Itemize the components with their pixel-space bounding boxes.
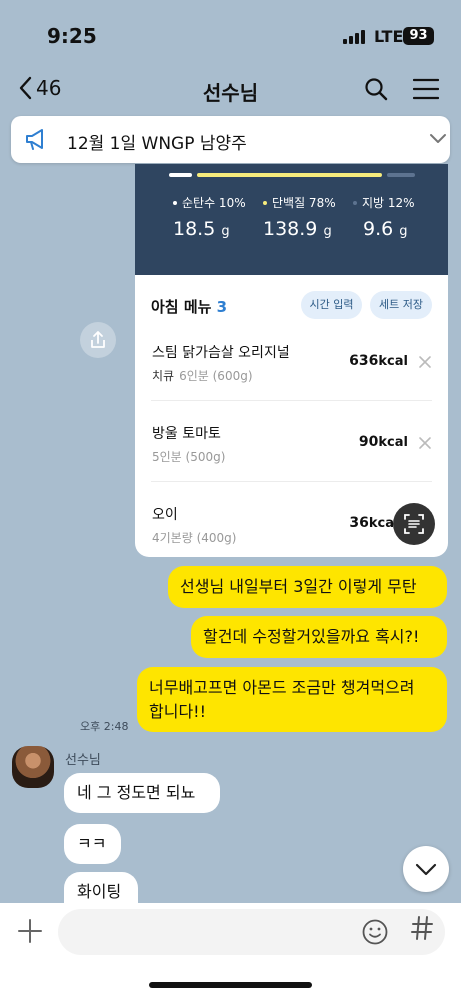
hash-icon[interactable]	[410, 914, 434, 942]
avatar[interactable]	[12, 746, 54, 788]
my-message[interactable]: 할건데 수정할거있을까요 혹시?!	[191, 616, 447, 658]
home-indicator	[149, 982, 312, 988]
food-row[interactable]: 방울 토마토 5인분 (500g) 90kcal	[151, 400, 432, 481]
share-button[interactable]	[80, 322, 116, 358]
chevron-down-icon	[415, 863, 437, 876]
carb-bar	[169, 173, 192, 177]
message-time: 오후 2:48	[80, 720, 129, 733]
message-composer	[0, 903, 461, 1000]
food-row[interactable]: 오이 4기본량 (400g) 36kca	[151, 481, 432, 557]
chevron-down-icon[interactable]	[429, 132, 447, 146]
smiley-icon[interactable]	[361, 918, 389, 946]
macro-protein: 단백질 78% 138.9 g	[263, 196, 336, 240]
battery-icon: 93	[403, 27, 434, 45]
save-set-button[interactable]: 세트 저장	[370, 291, 432, 319]
notice-text: 12월 1일 WNGP 남양주	[67, 134, 247, 154]
close-icon[interactable]	[418, 355, 432, 369]
protein-bar	[197, 173, 382, 177]
sender-name: 선수님	[65, 753, 101, 768]
other-message[interactable]: 네 그 정도면 되뇨	[64, 773, 220, 813]
text-scan-icon	[404, 514, 424, 534]
meal-title: 아침 메뉴 3	[151, 298, 228, 316]
fat-bar	[387, 173, 415, 177]
other-message[interactable]: 화이팅	[64, 872, 138, 903]
plus-icon[interactable]	[18, 919, 42, 943]
signal-icon	[343, 30, 369, 44]
diet-card[interactable]: 순탄수 10% 18.5 g 단백질 78% 138.9 g 지방 12% 9.…	[135, 164, 448, 557]
hamburger-menu-icon[interactable]	[413, 78, 439, 100]
chat-title: 선수님	[202, 81, 259, 105]
other-message[interactable]: ㅋㅋ	[64, 824, 121, 864]
time-input-button[interactable]: 시간 입력	[301, 291, 362, 319]
text-scan-button[interactable]	[393, 503, 435, 545]
notice-banner[interactable]: 12월 1일 WNGP 남양주	[11, 116, 450, 163]
nutrition-summary: 순탄수 10% 18.5 g 단백질 78% 138.9 g 지방 12% 9.…	[135, 164, 448, 275]
my-message[interactable]: 너무배고프면 아몬드 조금만 챙겨먹으려 합니다!!	[137, 667, 447, 732]
status-time: 9:25	[47, 24, 97, 48]
close-icon[interactable]	[418, 436, 432, 450]
my-message[interactable]: 선생님 내일부터 3일간 이렇게 무탄	[168, 566, 447, 608]
network-label: LTE	[374, 27, 404, 46]
status-bar: 9:25 LTE 93	[0, 0, 461, 64]
macro-carb: 순탄수 10% 18.5 g	[173, 196, 246, 240]
food-row[interactable]: 스팀 닭가슴살 오리지널 치큐 6인분 (600g) 636kcal	[151, 330, 432, 411]
macro-fat: 지방 12% 9.6 g	[353, 194, 448, 240]
scroll-to-bottom-button[interactable]	[403, 846, 449, 892]
search-icon[interactable]	[364, 77, 388, 101]
chat-header: 46 선수님	[0, 64, 461, 114]
share-icon	[91, 331, 105, 348]
megaphone-icon	[26, 129, 43, 150]
